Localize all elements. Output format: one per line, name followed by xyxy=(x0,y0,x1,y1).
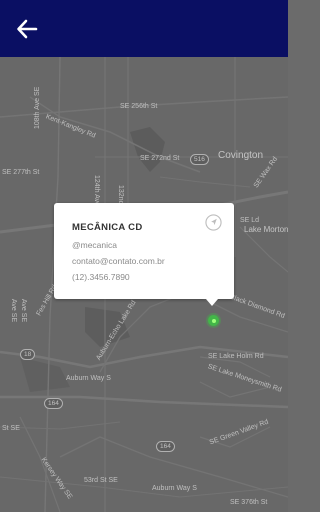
map-label: SE 272nd St xyxy=(140,155,180,162)
map-label: SE 376th St xyxy=(230,499,268,506)
map-label: St SE xyxy=(2,425,20,432)
map-label: SE 256th St xyxy=(120,103,158,110)
business-handle: @mecanica xyxy=(72,240,118,250)
app-bar xyxy=(0,0,288,57)
map-label: SE Lake Holm Rd xyxy=(208,353,264,360)
map-label: Covington xyxy=(218,150,264,161)
map-label: Auburn Way S xyxy=(152,485,197,492)
navigation-arrow-icon[interactable] xyxy=(205,214,222,231)
map-label: SE 277th St xyxy=(2,169,40,176)
map-label: 53rd St SE xyxy=(84,477,118,484)
route-shield: 164 xyxy=(44,398,63,409)
business-phone: (12).3456.7890 xyxy=(72,272,130,282)
location-marker[interactable] xyxy=(208,315,219,326)
map-label: Ave SE xyxy=(20,298,28,323)
business-name: MECÂNICA CD xyxy=(72,222,143,233)
arrow-left-icon xyxy=(17,19,38,39)
map-label: Ave SE xyxy=(10,298,18,323)
map-label: Lake Morton-Berrien xyxy=(244,225,288,234)
map-label: Auburn Way S xyxy=(66,375,111,382)
map-label: 108th Ave SE xyxy=(34,86,41,129)
info-window[interactable]: MECÂNICA CD @mecanica contato@contato.co… xyxy=(54,203,234,306)
marker-center xyxy=(211,318,216,323)
business-email: contato@contato.com.br xyxy=(72,256,165,266)
map-label: SE Ld xyxy=(240,217,260,224)
route-shield: 164 xyxy=(156,441,175,452)
route-shield: 516 xyxy=(190,154,209,165)
back-button[interactable] xyxy=(12,14,42,44)
route-shield: 18 xyxy=(20,349,36,360)
